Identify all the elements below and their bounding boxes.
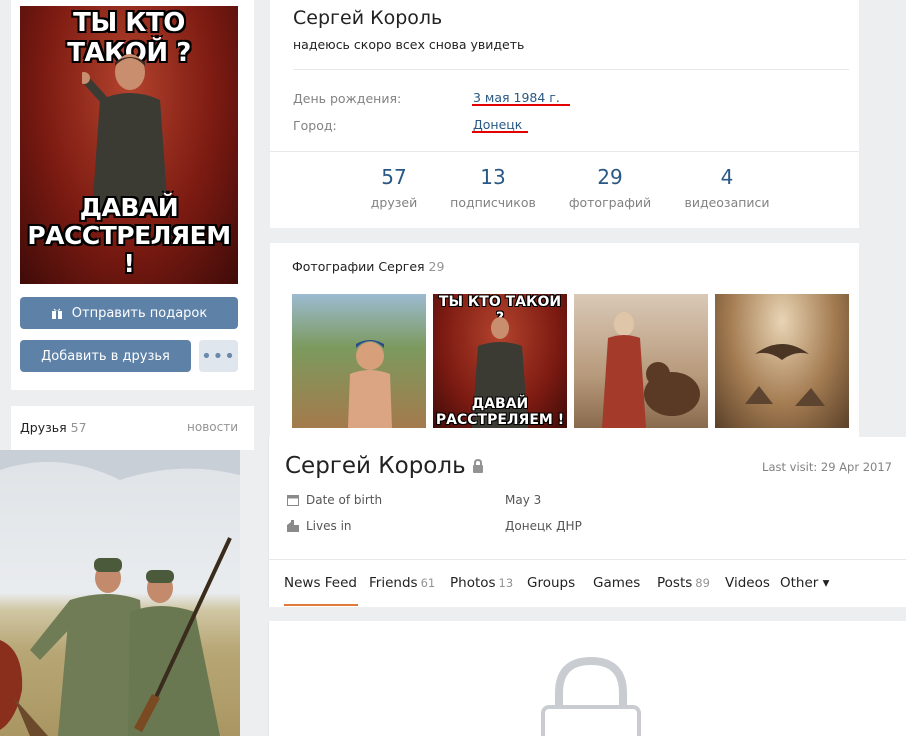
tab-label: Photos xyxy=(450,575,496,591)
counter-label: подписчиков xyxy=(450,195,536,210)
tab-count: 13 xyxy=(498,576,514,590)
gift-icon xyxy=(51,308,62,319)
tabs-divider xyxy=(269,559,906,560)
city-highlight-underline xyxy=(472,131,528,133)
tab-games[interactable]: Games xyxy=(593,575,640,591)
tab-news-feed[interactable]: News Feed xyxy=(284,575,357,591)
active-tab-indicator xyxy=(284,604,358,606)
birthday-highlight-underline xyxy=(472,104,570,106)
tab-label: Games xyxy=(593,575,641,591)
divider xyxy=(293,69,849,70)
birthday-value[interactable]: 3 мая 1984 г. xyxy=(473,90,560,105)
child-illustration xyxy=(348,340,392,428)
friends-block: Друзья 57 новости xyxy=(11,406,254,450)
counter-videos[interactable]: 4 видеозаписи xyxy=(667,165,787,210)
private-lock-icon xyxy=(541,657,641,736)
photo-thumb-child[interactable] xyxy=(292,294,426,428)
lives-in-value: Донецк ДНР xyxy=(505,519,582,533)
avatar-meme-bottom-text: ДАВАЙ РАССТРЕЛЯЕМ ! xyxy=(20,194,238,278)
city-label: Город: xyxy=(293,118,337,133)
wolves-owl-illustration xyxy=(745,344,825,406)
friends-title[interactable]: Друзья 57 xyxy=(20,420,87,435)
send-gift-button[interactable]: Отправить подарок xyxy=(20,297,238,329)
tab-other[interactable]: Other ▾ xyxy=(780,575,829,591)
thumb-meme-line-1: ДАВАЙ xyxy=(471,396,529,413)
friends-title-text: Друзья xyxy=(20,420,67,435)
thumb-meme-line-2: РАССТРЕЛЯЕМ ! xyxy=(435,411,565,428)
tab-label: Other ▾ xyxy=(780,575,830,591)
more-actions-button[interactable]: ••• xyxy=(199,340,238,372)
tab-groups[interactable]: Groups xyxy=(527,575,575,591)
birthday-label: День рождения: xyxy=(293,91,402,106)
calendar-icon xyxy=(287,495,299,506)
photo-thumb-warrior-bear[interactable] xyxy=(574,294,708,428)
counter-number: 29 xyxy=(597,165,623,189)
add-friend-button[interactable]: Добавить в друзья xyxy=(20,340,191,372)
private-profile-card xyxy=(268,621,906,736)
friends-count: 57 xyxy=(70,420,87,435)
divider xyxy=(270,151,859,152)
thumb-meme-bottom: ДАВАЙ РАССТРЕЛЯЕМ ! xyxy=(433,396,567,428)
warrior-bear-illustration xyxy=(602,312,700,428)
tab-photos[interactable]: Photos 13 xyxy=(450,575,513,591)
tab-posts[interactable]: Posts 89 xyxy=(657,575,710,591)
counter-number: 4 xyxy=(720,165,734,189)
meme-line-1: ДАВАЙ xyxy=(79,193,179,222)
tab-count: 89 xyxy=(695,576,710,590)
avatar-figure xyxy=(82,54,168,212)
meme-line-2: РАССТРЕЛЯЕМ ! xyxy=(27,221,231,278)
tab-label: Videos xyxy=(725,575,770,591)
lives-in-label: Lives in xyxy=(306,519,352,533)
profile-info-card: Сергей Король надеюсь скоро всех снова у… xyxy=(270,0,859,228)
tab-label: News Feed xyxy=(284,575,357,591)
counter-subscribers[interactable]: 13 подписчиков xyxy=(433,165,553,210)
profile-header-new: Сергей Король Last visit: 29 Apr 2017 Da… xyxy=(268,437,906,607)
dob-value: May 3 xyxy=(505,493,542,507)
dob-label: Date of birth xyxy=(306,493,383,507)
lock-icon xyxy=(473,459,483,473)
photos-title[interactable]: Фотографии Сергея 29 xyxy=(292,259,444,274)
tab-label: Friends xyxy=(369,575,418,591)
tab-count: 61 xyxy=(420,576,436,590)
friends-news-link[interactable]: новости xyxy=(187,420,238,434)
home-icon xyxy=(287,520,299,532)
profile-name: Сергей Король xyxy=(293,7,443,29)
photos-count: 29 xyxy=(428,259,445,274)
tab-videos[interactable]: Videos xyxy=(725,575,770,591)
profile-avatar[interactable]: ТЫ КТО ТАКОЙ ? ДАВАЙ РАССТРЕЛЯЕМ ! xyxy=(20,6,238,284)
counter-label: видеозаписи xyxy=(684,195,770,210)
profile-status[interactable]: надеюсь скоро всех снова увидеть xyxy=(293,37,524,52)
friend-hunting-photo[interactable] xyxy=(0,450,240,736)
profile-name-new: Сергей Король xyxy=(285,453,466,479)
photos-title-text: Фотографии Сергея xyxy=(292,259,425,274)
counter-label: фотографий xyxy=(568,195,652,210)
photo-thumb-wolves[interactable] xyxy=(715,294,849,428)
counter-number: 13 xyxy=(480,165,506,189)
tab-label: Posts xyxy=(657,575,693,591)
tab-label: Groups xyxy=(527,575,576,591)
city-value[interactable]: Донецк xyxy=(473,117,522,132)
send-gift-label: Отправить подарок xyxy=(71,305,208,321)
hunters-illustration xyxy=(0,450,240,736)
tab-friends[interactable]: Friends 61 xyxy=(369,575,435,591)
photo-thumb-meme[interactable]: ТЫ КТО ТАКОЙ ? ДАВАЙ РАССТРЕЛЯЕМ ! xyxy=(433,294,567,428)
photos-card: Фотографии Сергея29 ТЫ КТО ТАКОЙ ? ДАВАЙ… xyxy=(270,243,859,443)
counter-photos[interactable]: 29 фотографий xyxy=(550,165,670,210)
last-visit-text: Last visit: 29 Apr 2017 xyxy=(762,460,892,474)
